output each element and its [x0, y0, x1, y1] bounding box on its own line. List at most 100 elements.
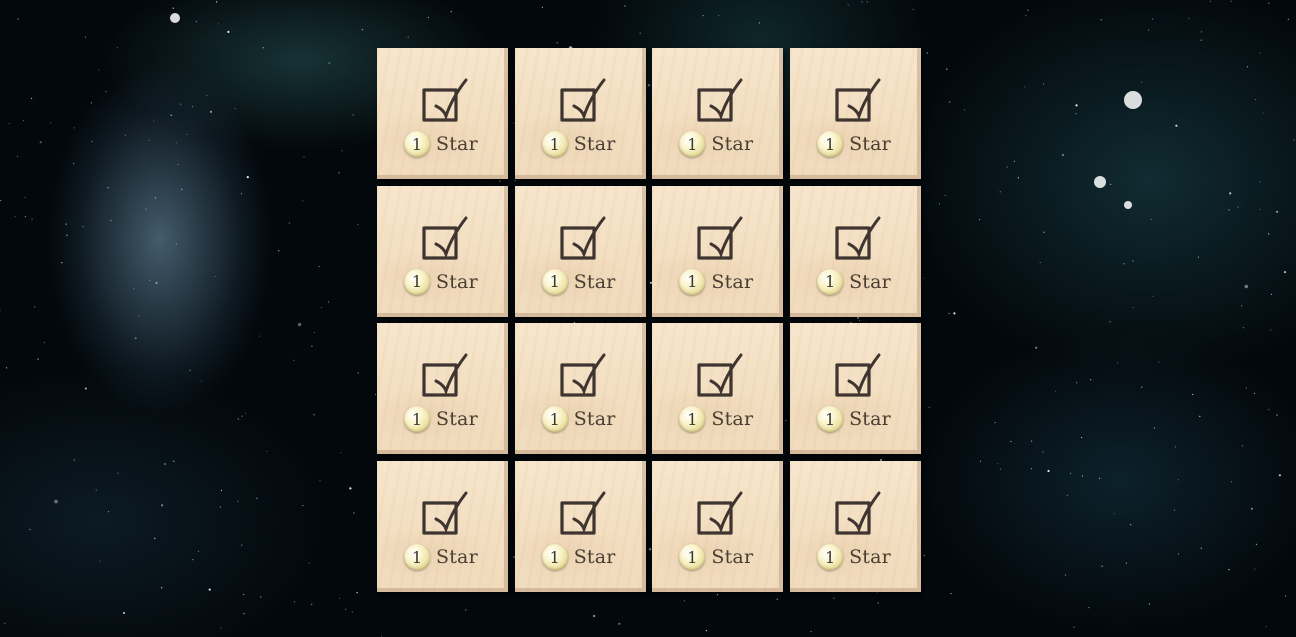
- background-star: [407, 36, 409, 38]
- background-star: [1174, 446, 1176, 448]
- star-count-badge: 1: [404, 131, 430, 157]
- background-star: [1259, 208, 1261, 210]
- level-tile[interactable]: 1 Star: [652, 185, 784, 317]
- background-star: [84, 36, 87, 38]
- background-star: [1200, 547, 1202, 549]
- background-star: [61, 262, 63, 264]
- background-star: [361, 29, 363, 31]
- background-star: [1027, 9, 1029, 11]
- background-star: [320, 307, 322, 309]
- background-star: [107, 511, 110, 513]
- star-label: Star: [849, 408, 891, 431]
- star-label: Star: [436, 408, 478, 431]
- background-star: [1268, 233, 1270, 235]
- level-tile[interactable]: 1 Star: [377, 323, 508, 455]
- background-star: [618, 622, 621, 625]
- background-star: [1132, 307, 1134, 309]
- level-tile[interactable]: 1 Star: [377, 461, 508, 593]
- background-star: [353, 512, 355, 514]
- background-star: [313, 331, 316, 334]
- background-star: [1244, 284, 1249, 289]
- background-star: [351, 611, 353, 613]
- background-star: [1132, 260, 1134, 262]
- background-star: [1075, 104, 1078, 107]
- background-star: [861, 1, 863, 3]
- background-star: [465, 609, 467, 611]
- background-star: [99, 560, 101, 562]
- background-star: [338, 172, 340, 174]
- level-tile[interactable]: 1 Star: [377, 48, 508, 179]
- background-star: [1073, 626, 1075, 628]
- background-star: [1228, 209, 1230, 211]
- star-label: Star: [711, 133, 754, 155]
- level-tile[interactable]: 1 Star: [790, 48, 922, 179]
- star-label: Star: [849, 546, 891, 569]
- background-star: [105, 91, 107, 93]
- background-star: [243, 593, 245, 596]
- background-star: [427, 16, 429, 19]
- background-star: [994, 421, 996, 424]
- background-star: [155, 281, 158, 285]
- level-tile[interactable]: 1 Star: [790, 185, 922, 317]
- background-star: [195, 20, 197, 23]
- background-star: [1241, 305, 1243, 307]
- bright-star: [1124, 91, 1142, 109]
- background-star: [73, 459, 75, 461]
- bright-star: [1094, 176, 1106, 188]
- background-star: [260, 596, 262, 598]
- background-star: [833, 597, 835, 599]
- level-tile[interactable]: 1 Star: [790, 323, 922, 455]
- background-star: [944, 194, 946, 197]
- background-star: [705, 630, 708, 632]
- background-star: [175, 243, 177, 245]
- level-tile[interactable]: 1 Star: [514, 461, 646, 593]
- background-star: [1241, 445, 1243, 447]
- background-star: [154, 197, 156, 199]
- background-star: [54, 499, 58, 504]
- background-star: [1192, 393, 1194, 396]
- level-tile[interactable]: 1 Star: [652, 461, 784, 593]
- background-star: [6, 367, 8, 369]
- level-tile[interactable]: 1 Star: [652, 323, 784, 455]
- level-tile[interactable]: 1 Star: [514, 48, 646, 179]
- background-star: [22, 119, 24, 122]
- background-star: [1055, 390, 1057, 392]
- star-label: Star: [436, 270, 478, 293]
- background-star: [357, 372, 359, 374]
- level-tile[interactable]: 1 Star: [790, 461, 922, 593]
- background-star: [234, 108, 236, 110]
- background-star: [1253, 392, 1256, 394]
- background-star: [37, 358, 39, 360]
- level-tile[interactable]: 1 Star: [514, 323, 646, 455]
- background-star: [145, 208, 147, 210]
- background-star: [1230, 481, 1232, 483]
- star-count-badge: 1: [404, 544, 430, 571]
- background-star: [1265, 626, 1267, 628]
- background-star: [1125, 562, 1127, 564]
- checkbox-icon: [697, 78, 743, 122]
- background-star: [1254, 568, 1256, 570]
- background-star: [73, 163, 75, 165]
- background-star: [349, 487, 352, 490]
- star-count-badge: 1: [817, 131, 844, 157]
- background-star: [1130, 524, 1132, 526]
- background-star: [243, 613, 245, 615]
- star-count-badge: 1: [679, 131, 706, 157]
- background-star: [1152, 18, 1154, 20]
- background-star: [950, 592, 952, 595]
- background-star: [311, 603, 313, 605]
- background-star: [153, 120, 155, 122]
- background-star: [293, 359, 295, 361]
- level-tile[interactable]: 1 Star: [377, 185, 508, 317]
- background-star: [1283, 271, 1287, 274]
- checkbox-icon: [560, 353, 606, 397]
- background-star: [318, 265, 320, 268]
- background-star: [258, 335, 260, 337]
- level-tile[interactable]: 1 Star: [652, 48, 784, 179]
- background-star: [1066, 494, 1068, 496]
- level-tile[interactable]: 1 Star: [514, 185, 646, 317]
- background-star: [1035, 346, 1038, 349]
- background-star: [278, 250, 280, 252]
- background-star: [758, 22, 761, 24]
- background-star: [288, 222, 290, 224]
